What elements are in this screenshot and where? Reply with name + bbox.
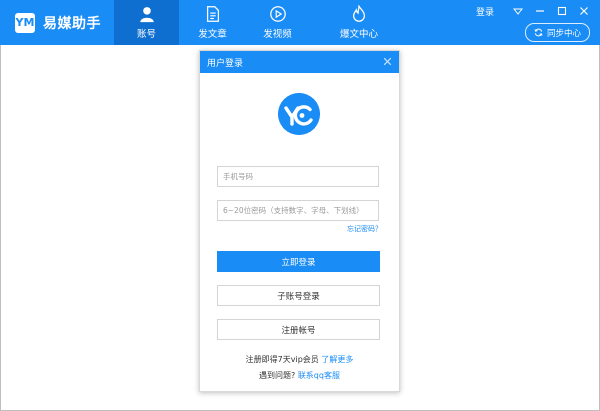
password-input[interactable]: 6~20位密码（支持数字、字母、下划线） [217, 200, 379, 221]
learn-more-link[interactable]: 了解更多 [321, 355, 353, 364]
nav-label: 发视频 [263, 29, 292, 40]
app-name: 易媒助手 [43, 15, 101, 32]
close-window-icon[interactable] [576, 4, 592, 18]
document-icon [206, 6, 219, 22]
app-logo-icon: YM [15, 12, 35, 33]
login-button[interactable]: 立即登录 [217, 251, 380, 272]
phone-input-placeholder: 手机号码 [223, 172, 253, 181]
phone-input[interactable]: 手机号码 [217, 166, 379, 187]
nav-label: 账号 [136, 29, 156, 40]
forgot-password-link[interactable]: 忘记密码？ [347, 224, 382, 234]
menu-icon[interactable] [510, 4, 526, 18]
title-bar: YM 易媒助手 账号 发文章 发视频 爆文中心 登录 同步中心 [0, 0, 600, 45]
maximize-icon[interactable] [554, 4, 570, 18]
close-icon[interactable] [382, 56, 393, 67]
brand-logo-icon [278, 93, 320, 135]
flame-icon [352, 5, 366, 22]
main-nav: 账号 发文章 发视频 爆文中心 [114, 0, 395, 45]
password-input-placeholder: 6~20位密码（支持数字、字母、下划线） [223, 206, 364, 215]
nav-tab-article[interactable]: 发文章 [180, 0, 245, 45]
sync-center-label: 同步中心 [546, 28, 581, 39]
nav-label: 爆文中心 [339, 29, 378, 40]
vip-promo: 注册即得7天vip会员 了解更多 [200, 354, 399, 365]
help-line: 遇到问题? 联系qq客服 [200, 370, 399, 381]
sub-account-login-button[interactable]: 子账号登录 [217, 285, 380, 306]
login-dialog: 用户登录 手机号码 6~20位密码（支持数字、字母、下划线） 忘记密码？ 立即登… [199, 50, 400, 392]
play-circle-icon [269, 6, 286, 22]
vip-promo-text: 注册即得7天vip会员 [245, 355, 319, 364]
login-link[interactable]: 登录 [476, 5, 494, 18]
nav-tab-account[interactable]: 账号 [114, 0, 179, 45]
sync-icon [534, 28, 543, 37]
brand: YM 易媒助手 [15, 0, 101, 45]
dialog-title: 用户登录 [207, 58, 244, 69]
window-controls: 登录 [476, 4, 592, 18]
qq-support-link[interactable]: 联系qq客服 [298, 371, 340, 380]
sync-center-button[interactable]: 同步中心 [524, 23, 590, 42]
user-icon [139, 7, 154, 23]
minimize-icon[interactable] [532, 4, 548, 18]
nav-tab-video[interactable]: 发视频 [245, 0, 310, 45]
dialog-header: 用户登录 [200, 51, 399, 73]
nav-tab-hot-articles[interactable]: 爆文中心 [323, 0, 395, 45]
help-text: 遇到问题? [259, 371, 296, 380]
nav-label: 发文章 [198, 29, 227, 40]
register-button[interactable]: 注册帐号 [217, 319, 380, 340]
app-logo-glyph: YM [15, 16, 35, 29]
